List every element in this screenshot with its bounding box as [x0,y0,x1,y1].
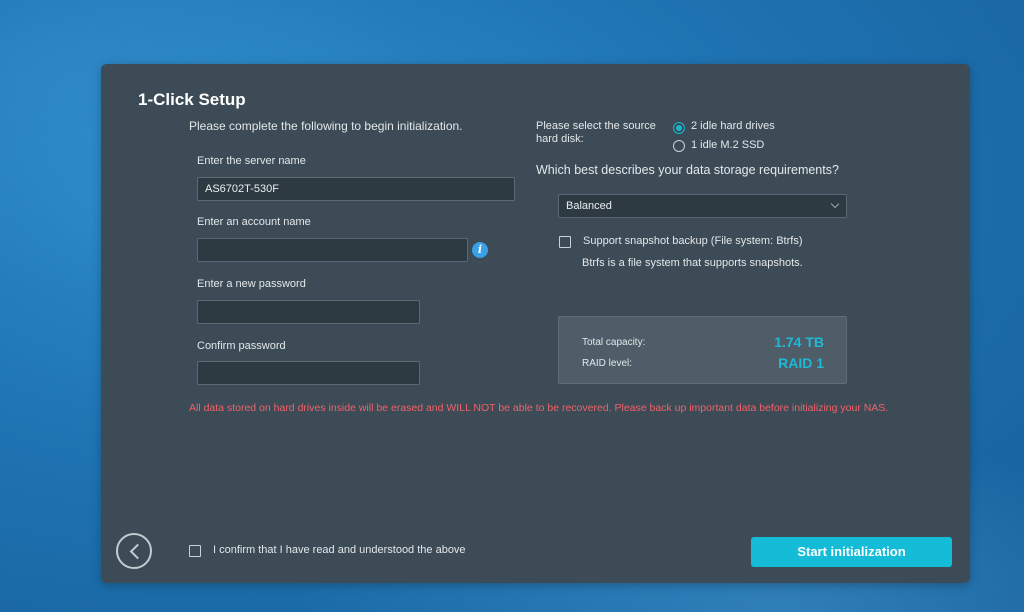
radio-idle-hard-drives[interactable] [673,122,685,134]
storage-type-select[interactable]: Balanced [558,194,847,218]
radio-idle-hard-drives-label[interactable]: 2 idle hard drives [691,120,775,132]
info-icon[interactable]: i [472,242,488,258]
raid-level-label: RAID level: [582,358,633,369]
chevron-down-icon [830,199,840,209]
confirm-checkbox[interactable] [189,545,201,557]
setup-dialog: 1-Click Setup Please complete the follow… [101,64,970,583]
radio-idle-m2-ssd-label[interactable]: 1 idle M.2 SSD [691,139,764,151]
snapshot-checkbox[interactable] [559,236,571,248]
data-erase-warning: All data stored on hard drives inside wi… [189,402,889,414]
source-disk-label: Please select the source hard disk: [536,120,656,145]
dialog-title: 1-Click Setup [138,90,246,109]
account-name-input[interactable] [197,238,468,262]
storage-question: Which best describes your data storage r… [536,163,839,177]
confirm-label[interactable]: I confirm that I have read and understoo… [213,544,466,556]
raid-level-value: RAID 1 [778,355,824,371]
confirm-password-input[interactable] [197,361,420,385]
capacity-summary: Total capacity: 1.74 TB RAID level: RAID… [558,316,847,384]
radio-idle-m2-ssd[interactable] [673,140,685,152]
password-input[interactable] [197,300,420,324]
account-name-label: Enter an account name [197,216,311,228]
dialog-intro: Please complete the following to begin i… [189,119,463,133]
server-name-input[interactable] [197,177,515,201]
password-label: Enter a new password [197,278,306,290]
confirm-password-label: Confirm password [197,340,286,352]
server-name-label: Enter the server name [197,155,306,167]
total-capacity-value: 1.74 TB [774,334,824,350]
total-capacity-label: Total capacity: [582,337,646,348]
storage-type-value: Balanced [566,200,612,212]
start-initialization-button[interactable]: Start initialization [751,537,952,567]
snapshot-label[interactable]: Support snapshot backup (File system: Bt… [583,235,802,247]
snapshot-note: Btrfs is a file system that supports sna… [582,257,803,269]
back-arrow-icon[interactable] [116,533,152,569]
